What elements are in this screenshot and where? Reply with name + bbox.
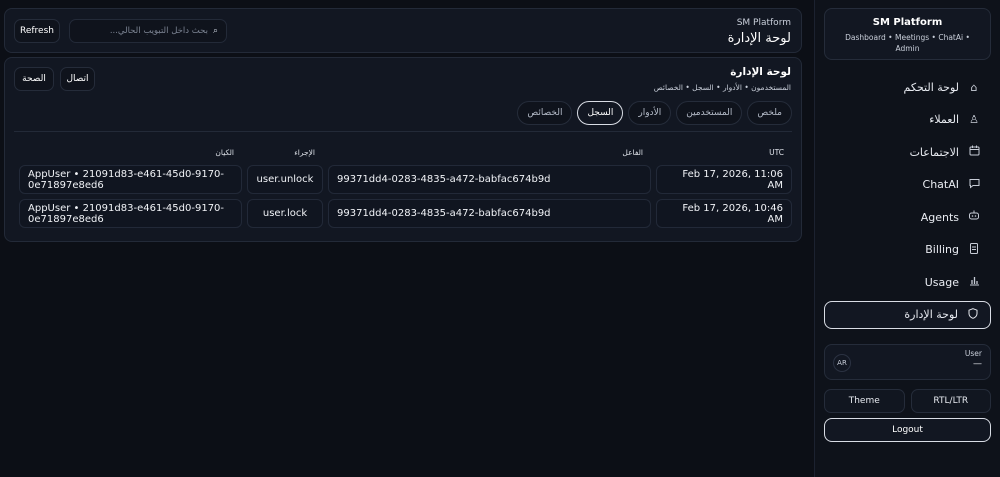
cell-actor: 99371dd4-0283-4835-a472-babfac674b9d	[328, 199, 651, 228]
sidebar-item-label: لوحة التحكم	[903, 80, 959, 94]
sidebar-item-label: الاجتماعات	[909, 145, 959, 159]
user-label: User	[964, 348, 982, 358]
bar-chart-icon	[967, 275, 981, 289]
column-header-entity[interactable]: الكيان	[19, 145, 242, 165]
chat-icon	[967, 178, 981, 192]
column-header-actor[interactable]: الفاعل	[328, 145, 651, 165]
search-input[interactable]	[78, 26, 208, 36]
sidebar-item-admin[interactable]: لوحة الإدارة	[824, 300, 991, 329]
cell-entity: AppUser • 21091d83-e461-45d0-9170-0e7189…	[19, 199, 242, 228]
tab-summary[interactable]: ملخص	[747, 101, 792, 125]
sidebar-item-label: Agents	[920, 210, 959, 224]
user-value: —	[973, 358, 982, 369]
tab-users[interactable]: المستخدمين	[676, 101, 743, 125]
sidebar-item-agents[interactable]: Agents	[824, 203, 991, 231]
cell-utc: Feb 17, 2026, 11:06 AM	[656, 165, 792, 194]
divider	[14, 131, 792, 132]
language-badge[interactable]: AR	[833, 353, 851, 372]
cell-entity: AppUser • 21091d83-e461-45d0-9170-0e7189…	[19, 165, 242, 194]
sidebar-item-meetings[interactable]: الاجتماعات	[824, 138, 991, 166]
tab-roles[interactable]: الأدوار	[628, 101, 672, 125]
brand-title: SM Platform	[872, 17, 943, 28]
sidebar-item-label: Billing	[925, 243, 959, 256]
tab-properties[interactable]: الخصائص	[517, 101, 573, 125]
sidebar-item-label: العملاء	[929, 113, 959, 126]
tab-audit-log[interactable]: السجل	[577, 101, 624, 125]
breadcrumb: المستخدمون • الأدوار • السجل • الخصائص	[653, 83, 791, 92]
theme-button[interactable]: Theme	[824, 388, 905, 413]
brand-subtitle: Dashboard • Meetings • ChatAi • Admin	[845, 33, 970, 53]
health-button[interactable]: الصحة	[14, 67, 54, 91]
sidebar-item-usage[interactable]: Usage	[824, 268, 991, 296]
table-row[interactable]: Feb 17, 2026, 10:46 AM 99371dd4-0283-483…	[14, 199, 792, 228]
sidebar-item-label: لوحة الإدارة	[904, 308, 958, 321]
topbar: SM Platform لوحة الإدارة Refresh ⌕	[4, 8, 802, 53]
admin-panel: لوحة الإدارة المستخدمون • الأدوار • السج…	[4, 57, 802, 242]
sidebar-item-chatai[interactable]: ChatAI	[824, 171, 991, 199]
document-icon	[967, 242, 981, 257]
user-icon: ♙	[969, 113, 979, 126]
cell-action: user.lock	[247, 199, 323, 228]
logout-button[interactable]: Logout	[824, 417, 991, 442]
connection-button[interactable]: اتصال	[60, 67, 95, 91]
table-row[interactable]: Feb 17, 2026, 11:06 AM 99371dd4-0283-483…	[14, 165, 792, 194]
sidebar-nav: ⌂ لوحة التحكم ♙ العملاء الاجتماعات ChatA…	[824, 73, 991, 329]
sidebar: SM Platform Dashboard • Meetings • ChatA…	[814, 0, 1000, 477]
calendar-icon	[967, 145, 981, 159]
sidebar-item-clients[interactable]: ♙ العملاء	[824, 106, 991, 134]
page-title: لوحة الإدارة	[727, 31, 791, 46]
shield-icon	[966, 307, 980, 322]
table-header: UTC الفاعل الإجراء الكيان	[14, 145, 792, 165]
search-icon: ⌕	[212, 26, 218, 36]
admin-tabs: ملخص المستخدمين الأدوار السجل الخصائص	[517, 101, 792, 125]
column-header-utc[interactable]: UTC	[656, 145, 792, 165]
cell-action: user.unlock	[247, 165, 323, 194]
sidebar-button-row: RTL/LTR Theme	[824, 388, 991, 413]
search-box: ⌕	[69, 19, 227, 43]
panel-title: لوحة الإدارة	[730, 66, 791, 78]
robot-icon	[967, 210, 981, 224]
rtl-ltr-button[interactable]: RTL/LTR	[910, 388, 991, 413]
audit-table: UTC الفاعل الإجراء الكيان Feb 17, 2026, …	[14, 145, 792, 233]
sidebar-item-label: Usage	[924, 275, 959, 289]
sidebar-item-label: ChatAI	[922, 178, 959, 191]
platform-name: SM Platform	[736, 18, 791, 28]
refresh-button[interactable]: Refresh	[14, 19, 60, 43]
column-header-action[interactable]: الإجراء	[247, 145, 323, 165]
cell-utc: Feb 17, 2026, 10:46 AM	[656, 199, 792, 228]
brand-card: SM Platform Dashboard • Meetings • ChatA…	[824, 8, 991, 60]
cell-actor: 99371dd4-0283-4835-a472-babfac674b9d	[328, 165, 651, 194]
user-card: User — AR	[824, 343, 991, 380]
sidebar-item-dashboard[interactable]: ⌂ لوحة التحكم	[824, 73, 991, 101]
home-icon: ⌂	[970, 80, 978, 94]
sidebar-item-billing[interactable]: Billing	[824, 236, 991, 264]
